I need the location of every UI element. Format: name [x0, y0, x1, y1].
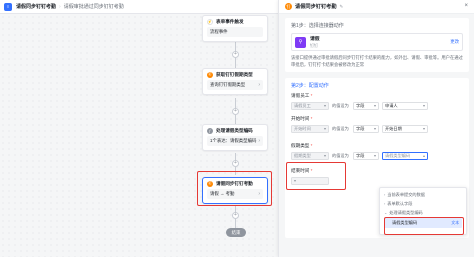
node-body: 1个表达：请假类型编码 › [207, 136, 263, 146]
field-name-box: 开始时间 ▾ [291, 124, 329, 133]
field-row-start: 开始时间 ▾ 的值设为 字段 ▾ 开始日期 ▾ [291, 124, 463, 133]
field-name-box: 请假员工 ▾ [291, 101, 329, 110]
node-title: 获取钉钉假期类型 [216, 71, 253, 77]
close-icon[interactable]: × [464, 3, 468, 9]
step1-section: 第1步：选择连接器动作 ⚲ 请假 钉钉 更改 该接口提供通过审批请假后同步钉钉打… [285, 18, 469, 72]
node-body-text: 流程事件 [210, 29, 228, 34]
trigger-icon: ⚡ [207, 18, 213, 25]
dingtalk-icon: 钉 [285, 3, 292, 10]
mode-select[interactable]: 字段 ▾ [353, 101, 379, 110]
highlight-box [197, 171, 272, 206]
flow-node-trigger[interactable]: ⚡ 表单事件触发 流程事件 [202, 15, 268, 42]
chevron-down-icon: ⌄ [384, 211, 388, 215]
operator-text: 的值设为 [332, 125, 349, 131]
flow-node-process-code[interactable]: ƒ 处理请假类型编码 1个表达：请假类型编码 › [202, 124, 268, 151]
node-body-text: 1个表达：请假类型编码 [210, 138, 257, 143]
action-name: 请假 [310, 37, 320, 42]
location-pin-icon: ⚲ [295, 36, 306, 48]
action-description: 该接口提供通过审批请假后同步钉钉打卡结果的能力，如外出、请假、审批等。用户在通过… [291, 55, 463, 67]
step1-title: 第1步：选择连接器动作 [291, 23, 344, 29]
app-title: 请假同步钉钉考勤 [16, 4, 57, 10]
edit-icon[interactable]: ✎ [340, 4, 344, 10]
panel-header: 钉 请假同步钉钉考勤 ✎ × [279, 0, 474, 14]
panel-title: 请假同步钉钉考勤 [295, 4, 337, 10]
chevron-right-icon: › [384, 192, 386, 197]
field-row-employee: 请假员工 ▾ 的值设为 字段 ▾ 申请人 ▾ [291, 101, 463, 110]
add-step-icon[interactable]: + [232, 51, 239, 58]
chevron-right-icon: › [258, 138, 260, 144]
breadcrumb[interactable]: 请假审批通过同步钉钉考勤 [64, 3, 124, 10]
node-body: 流程事件 [207, 27, 263, 37]
action-card[interactable]: ⚲ 请假 钉钉 更改 [291, 33, 463, 51]
node-title: 处理请假类型编码 [216, 127, 253, 133]
field-label-leave-type: 假期类型 * [291, 143, 313, 148]
node-body: 查询钉钉假期类型 › [207, 80, 263, 90]
node-title: 表单事件触发 [216, 18, 244, 24]
add-step-icon[interactable]: + [232, 212, 239, 219]
dropdown-item[interactable]: ⌄ 处理请假类型编码 [380, 208, 466, 217]
app-icon: ≡ [4, 2, 12, 11]
end-node[interactable]: 结束 [226, 228, 246, 237]
value-select[interactable]: 申请人 ▾ [382, 101, 428, 110]
add-step-icon[interactable]: + [232, 160, 239, 167]
add-step-icon[interactable]: + [232, 108, 239, 115]
function-icon: ƒ [207, 127, 213, 134]
breadcrumb-separator: › [59, 3, 61, 10]
mode-select[interactable]: 字段 ▾ [353, 124, 379, 133]
flow-node-get-leave-types[interactable]: 钉 获取钉钉假期类型 查询钉钉假期类型 › [202, 68, 268, 95]
dropdown-item[interactable]: › 表单默认字段 [380, 199, 466, 208]
operator-text: 的值设为 [332, 152, 349, 158]
change-action-button[interactable]: 更改 [450, 39, 459, 45]
field-row-leave-type: 假期类型 ▾ 的值设为 字段 ▾ 请假类型编码 ▴ [291, 151, 463, 160]
field-name-box: 假期类型 ▾ [291, 151, 329, 160]
field-label-start: 开始时间 * [291, 116, 313, 121]
action-connector: 钉钉 [310, 43, 318, 48]
node-body-text: 查询钉钉假期类型 [210, 82, 246, 87]
field-label-employee: 请假员工 * [291, 93, 313, 98]
operator-text: 的值设为 [332, 102, 349, 108]
chevron-right-icon: › [384, 201, 386, 206]
dropdown-item[interactable]: › 当前表单提交的数据 [380, 190, 466, 199]
value-select[interactable]: 请假类型编码 ▴ [382, 151, 428, 160]
highlight-box [384, 217, 464, 235]
dingtalk-icon: 钉 [207, 71, 213, 78]
highlight-box [286, 162, 346, 190]
value-select[interactable]: 开始日期 ▾ [382, 124, 428, 133]
chevron-right-icon: › [258, 82, 260, 88]
mode-select[interactable]: 字段 ▾ [353, 151, 379, 160]
step2-title: 第2步：配置动作 [291, 83, 329, 89]
